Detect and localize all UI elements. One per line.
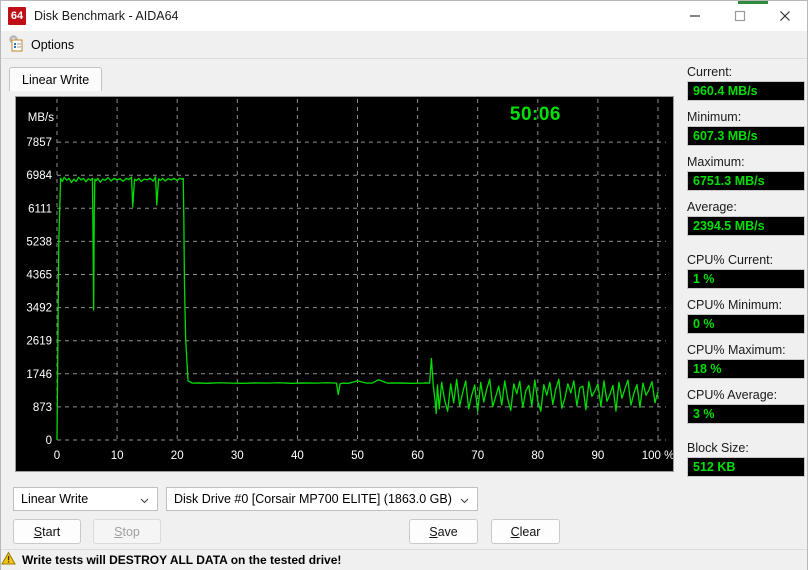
save-button[interactable]: Save — [409, 519, 478, 544]
start-button-label: tart — [42, 524, 61, 539]
menu-item-options-label: Options — [31, 37, 75, 52]
stats-gap — [687, 245, 805, 253]
stat-value: 0 % — [687, 314, 805, 334]
x-tick-label: 10 — [111, 450, 124, 462]
status-bar: Write tests will DESTROY ALL DATA on the… — [1, 549, 807, 570]
maximize-button[interactable] — [717, 1, 762, 31]
x-tick-label: 20 — [171, 450, 184, 462]
y-axis-unit-label: MB/s — [28, 112, 54, 124]
clear-button-label: lear — [519, 524, 541, 539]
stat-label: Block Size: — [687, 441, 749, 455]
y-tick-label: 2619 — [26, 336, 52, 348]
y-tick-label: 6111 — [28, 203, 52, 215]
stat-value: 2394.5 MB/s — [687, 216, 805, 236]
tab-linear-write-label: Linear Write — [22, 72, 90, 87]
start-button[interactable]: Start — [13, 519, 81, 544]
stat-value: 1 % — [687, 269, 805, 289]
stat-label: CPU% Current: — [687, 253, 774, 267]
benchmark-graph-svg: MB/s 0 873 1746 2619 3492 4365 5238 6111 6984 7857… — [26, 99, 674, 462]
x-tick-label: 40 — [291, 450, 304, 462]
stat-value: 6751.3 MB/s — [687, 171, 805, 191]
tab-strip: Linear Write — [9, 67, 679, 91]
stat-label: CPU% Minimum: — [687, 298, 783, 312]
stat-label: CPU% Average: — [687, 388, 778, 402]
status-warning-text: Write tests will DESTROY ALL DATA on the… — [22, 553, 342, 567]
chevron-down-icon — [459, 488, 470, 512]
menu-bar: Options — [1, 31, 807, 59]
clear-button[interactable]: Clear — [491, 519, 560, 544]
window-title: Disk Benchmark - AIDA64 — [34, 8, 179, 23]
save-mnemonic: S — [429, 524, 438, 539]
elapsed-timer: 50:06 — [509, 104, 561, 125]
stat-label: Average: — [687, 200, 737, 214]
stat-value: 3 % — [687, 404, 805, 424]
benchmark-graph: MB/s 0 873 1746 2619 3492 4365 5238 6111 6984 7857… — [15, 96, 674, 472]
clear-mnemonic: C — [510, 524, 520, 539]
stat-label: Current: — [687, 65, 733, 79]
stat-label: CPU% Maximum: — [687, 343, 786, 357]
tab-linear-write[interactable]: Linear Write — [9, 67, 103, 91]
close-button[interactable] — [762, 1, 807, 31]
stop-button-label: top — [122, 524, 140, 539]
y-tick-label: 5238 — [26, 236, 52, 248]
menu-item-options[interactable]: Options — [1, 32, 82, 57]
accent-strip — [738, 1, 768, 4]
y-tick-label: 0 — [46, 435, 52, 447]
y-tick-label: 4365 — [26, 270, 52, 282]
y-tick-label: 6984 — [26, 170, 52, 182]
y-tick-label: 3492 — [26, 303, 52, 315]
drive-value: Disk Drive #0 [Corsair MP700 ELITE] (186… — [174, 492, 452, 506]
y-tick-label: 7857 — [26, 137, 52, 149]
chevron-down-icon — [139, 488, 150, 512]
x-tick-label: 90 — [592, 450, 605, 462]
stat-value: 960.4 MB/s — [687, 81, 805, 101]
x-tick-label: 50 — [351, 450, 364, 462]
options-gear-icon — [7, 34, 25, 55]
x-tick-label: 30 — [231, 450, 244, 462]
x-tick-label: 100 % — [642, 450, 674, 462]
start-mnemonic: S — [33, 524, 43, 539]
x-tick-label: 60 — [411, 450, 424, 462]
aida64-icon: 64 — [8, 6, 26, 25]
stat-label: Maximum: — [687, 155, 745, 169]
disk-benchmark-window: 64 Disk Benchmark - AIDA64 Options Linea… — [0, 0, 808, 570]
y-tick-label: 873 — [33, 402, 52, 414]
stat-label: Minimum: — [687, 110, 742, 124]
stat-value: 512 KB — [687, 457, 805, 477]
stat-value: 18 % — [687, 359, 805, 379]
y-tick-label: 1746 — [26, 369, 52, 381]
minimize-button[interactable] — [672, 1, 717, 31]
stat-value: 607.3 MB/s — [687, 126, 805, 146]
x-tick-label: 80 — [531, 450, 544, 462]
statistics-panel: Current: 960.4 MB/s Minimum: 607.3 MB/s Maxi… — [687, 65, 805, 507]
stop-button[interactable]: Stop — [93, 519, 161, 544]
test-type-value: Linear Write — [21, 492, 89, 506]
stats-gap — [687, 433, 805, 441]
drive-select[interactable]: Disk Drive #0 [Corsair MP700 ELITE] (186… — [166, 487, 478, 511]
test-type-select[interactable]: Linear Write — [13, 487, 158, 511]
save-button-label: ave — [437, 524, 458, 539]
x-tick-label: 70 — [471, 450, 484, 462]
title-bar: 64 Disk Benchmark - AIDA64 — [1, 1, 807, 31]
warning-triangle-icon — [1, 551, 16, 569]
x-tick-label: 0 — [54, 450, 60, 462]
